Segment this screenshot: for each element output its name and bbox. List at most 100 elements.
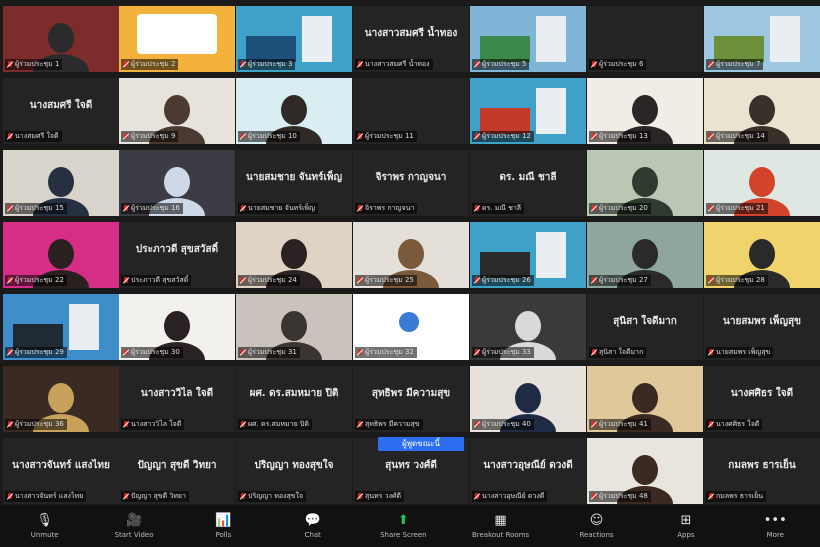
participant-tile[interactable]: ผู้ร่วมประชุม 9 <box>119 78 235 144</box>
participant-tile[interactable]: ผู้ร่วมประชุม 11 <box>353 78 469 144</box>
participant-tile[interactable]: ผู้ร่วมประชุม 21 <box>704 150 820 216</box>
participant-name-text: ผู้ร่วมประชุม 25 <box>365 276 414 284</box>
participant-name-label: ผู้ร่วมประชุม 28 <box>706 275 768 286</box>
participant-tile[interactable]: ผู้ร่วมประชุม 10 <box>236 78 352 144</box>
start-video-button[interactable]: 🎥 Start Video <box>112 507 156 545</box>
more-button[interactable]: ••• More <box>753 507 797 545</box>
participant-tile[interactable]: กมลพร ธารเย็น กมลพร ธารเย็น <box>704 438 820 504</box>
participant-name-text: ผู้ร่วมประชุม 26 <box>482 276 531 284</box>
participant-name-text: ผู้ร่วมประชุม 40 <box>482 420 531 428</box>
participant-name-text: สุทธิพร มีความสุข <box>365 420 420 428</box>
participant-tile[interactable]: สุทธิพร มีความสุข สุทธิพร มีความสุข <box>353 366 469 432</box>
participant-tile[interactable]: ผู้ร่วมประชุม 7 <box>704 6 820 72</box>
participant-tile[interactable]: นายสมพร เพ็ญสุข นายสมพร เพ็ญสุข <box>704 294 820 360</box>
participant-name-label: นายสมชาย จันทร์เพ็ญ <box>238 203 318 214</box>
participant-tile[interactable]: นางสาวจันทร์ แสงไทย นางสาวจันทร์ แสงไทย <box>3 438 119 504</box>
participant-display-name: ปัญญา สุขดี วิทยา <box>137 460 217 471</box>
participant-tile[interactable]: ผู้ร่วมประชุม 41 <box>587 366 703 432</box>
unmute-button[interactable]: 🎙 Unmute <box>23 507 67 545</box>
participant-tile[interactable]: ผู้ร่วมประชุม 25 <box>353 222 469 288</box>
breakout-rooms-icon: ▦ <box>494 513 507 528</box>
participant-name-label: ผู้ร่วมประชุม 21 <box>706 203 768 214</box>
polls-button[interactable]: 📊 Polls <box>201 507 245 545</box>
participant-tile[interactable]: ผู้ร่วมประชุม 24 <box>236 222 352 288</box>
participant-tile[interactable]: ผู้ร่วมประชุม 12 <box>470 78 586 144</box>
participant-name-text: นางสาววิไล ใจดี <box>131 420 182 428</box>
chat-button[interactable]: 💬 Chat <box>291 507 335 545</box>
muted-microphone-icon <box>474 204 480 213</box>
breakout-rooms-button[interactable]: ▦ Breakout Rooms <box>472 507 529 545</box>
participant-tile[interactable]: ผู้ร่วมประชุม 40 <box>470 366 586 432</box>
participant-tile[interactable]: จิราพร กาญจนา จิราพร กาญจนา <box>353 150 469 216</box>
participant-name-label: ผู้ร่วมประชุม 1 <box>5 59 63 70</box>
participant-tile[interactable]: นายสมชาย จันทร์เพ็ญ นายสมชาย จันทร์เพ็ญ <box>236 150 352 216</box>
participant-tile[interactable]: นางสาวอุษณีย์ ดวงดี นางสาวอุษณีย์ ดวงดี <box>470 438 586 504</box>
participant-tile[interactable]: ผู้ร่วมประชุม 28 <box>704 222 820 288</box>
participant-tile[interactable]: ผศ. ดร.สมหมาย ปิติ ผศ. ดร.สมหมาย ปิติ <box>236 366 352 432</box>
participant-tile[interactable]: ผู้ร่วมประชุม 15 <box>3 150 119 216</box>
participant-tile[interactable]: ผู้ร่วมประชุม 3 <box>236 6 352 72</box>
participant-tile[interactable]: ผู้ร่วมประชุม 13 <box>587 78 703 144</box>
participant-tile[interactable]: ผู้ร่วมประชุม 14 <box>704 78 820 144</box>
muted-microphone-icon <box>708 204 714 213</box>
participant-name-label: ผู้ร่วมประชุม 33 <box>472 347 534 358</box>
participant-tile[interactable]: ผู้ร่วมประชุม 22 <box>3 222 119 288</box>
participant-tile[interactable]: ผู้ร่วมประชุม 29 <box>3 294 119 360</box>
participant-name-text: ผู้ร่วมประชุม 48 <box>599 492 648 500</box>
participant-tile[interactable]: นางศศิธร ใจดี นางศศิธร ใจดี <box>704 366 820 432</box>
participant-tile[interactable]: ผู้ร่วมประชุม 1 <box>3 6 119 72</box>
participant-name-label: นางสาวจันทร์ แสงไทย <box>5 491 87 502</box>
toolbar-button-label: Share Screen <box>380 531 427 539</box>
participant-name-label: ผู้ร่วมประชุม 48 <box>589 491 651 502</box>
participant-name-label: ผู้ร่วมประชุม 27 <box>589 275 651 286</box>
participant-tile[interactable]: ผู้ร่วมประชุม 48 <box>587 438 703 504</box>
participant-tile[interactable]: ผู้ร่วมประชุม 2 <box>119 6 235 72</box>
participant-name-label: นางสาวสมศรี น้ำทอง <box>355 59 433 70</box>
participant-name-text: ผู้ร่วมประชุม 12 <box>482 132 531 140</box>
muted-microphone-icon <box>591 348 597 357</box>
participant-tile[interactable]: ผู้ร่วมประชุม 27 <box>587 222 703 288</box>
participant-tile[interactable]: ปริญญา ทองสุขใจ ปริญญา ทองสุขใจ <box>236 438 352 504</box>
participant-tile[interactable]: สุนิสา ใจดีมาก สุนิสา ใจดีมาก <box>587 294 703 360</box>
participant-name-text: สุนทร วงศ์ดี <box>365 492 401 500</box>
participant-tile[interactable]: ผู้ร่วมประชุม 31 <box>236 294 352 360</box>
participant-tile[interactable]: นางสาวสมศรี น้ำทอง นางสาวสมศรี น้ำทอง <box>353 6 469 72</box>
reactions-icon: ☺ <box>589 513 604 528</box>
participant-name-text: ผู้ร่วมประชุม 13 <box>599 132 648 140</box>
participant-tile[interactable]: ผู้ร่วมประชุม 36 <box>3 366 119 432</box>
participant-name-text: ผู้ร่วมประชุม 31 <box>248 348 297 356</box>
share-screen-button[interactable]: ⬆ Share Screen <box>380 507 427 545</box>
participant-name-text: ผู้ร่วมประชุม 9 <box>131 132 176 140</box>
active-speaker-banner: ผู้พูดขณะนี้ <box>378 437 464 451</box>
participant-tile[interactable]: ผู้ร่วมประชุม 6 <box>587 6 703 72</box>
participant-tile[interactable]: นางสมศรี ใจดี นางสมศรี ใจดี <box>3 78 119 144</box>
participant-name-label: ผู้ร่วมประชุม 41 <box>589 419 651 430</box>
participant-tile[interactable]: ผู้ร่วมประชุม 33 <box>470 294 586 360</box>
muted-microphone-icon <box>708 492 714 501</box>
participant-name-text: ผู้ร่วมประชุม 27 <box>599 276 648 284</box>
participant-name-text: ผู้ร่วมประชุม 28 <box>716 276 765 284</box>
toolbar-button-label: Breakout Rooms <box>471 531 530 539</box>
muted-microphone-icon <box>474 60 480 69</box>
participant-tile[interactable]: ผู้ร่วมประชุม 20 <box>587 150 703 216</box>
participant-tile[interactable]: ผู้ร่วมประชุม 26 <box>470 222 586 288</box>
participant-name-text: กมลพร ธารเย็น <box>716 492 763 500</box>
participant-tile[interactable]: ผู้ร่วมประชุม 30 <box>119 294 235 360</box>
toolbar-button-label: Chat <box>304 531 321 539</box>
participant-tile[interactable]: ผู้ร่วมประชุม 16 <box>119 150 235 216</box>
participant-tile[interactable]: ผู้ร่วมประชุม 5 <box>470 6 586 72</box>
muted-microphone-icon <box>591 276 597 285</box>
muted-microphone-icon <box>357 492 363 501</box>
participant-tile[interactable]: ปัญญา สุขดี วิทยา ปัญญา สุขดี วิทยา <box>119 438 235 504</box>
apps-button[interactable]: ⊞ Apps <box>664 507 708 545</box>
participant-tile[interactable]: ผู้ร่วมประชุม 32 <box>353 294 469 360</box>
toolbar-button-label: Start Video <box>114 531 154 539</box>
participant-tile[interactable]: ดร. มณี ชาลี ดร. มณี ชาลี <box>470 150 586 216</box>
participant-display-name: สุทธิพร มีความสุข <box>371 388 451 399</box>
participant-name-text: ผู้ร่วมประชุม 16 <box>131 204 180 212</box>
muted-microphone-icon <box>7 420 13 429</box>
more-icon: ••• <box>763 513 787 528</box>
participant-tile[interactable]: นางสาววิไล ใจดี นางสาววิไล ใจดี <box>119 366 235 432</box>
participant-tile[interactable]: ประภาวดี สุขสวัสดิ์ ประภาวดี สุขสวัสดิ์ <box>119 222 235 288</box>
reactions-button[interactable]: ☺ Reactions <box>575 507 619 545</box>
